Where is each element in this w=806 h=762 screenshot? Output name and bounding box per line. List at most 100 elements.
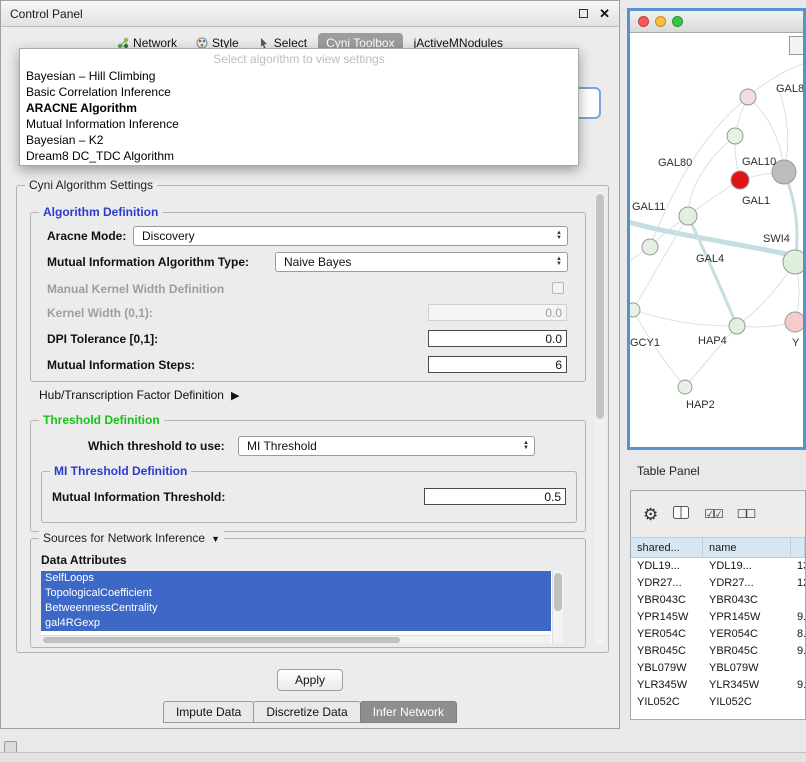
close-button[interactable]: [638, 16, 649, 27]
hub-definition-label: Hub/Transcription Factor Definition: [39, 388, 224, 402]
style-icon: [196, 37, 208, 49]
table-row[interactable]: YDL19...YDL19...13: [631, 558, 805, 575]
network-node[interactable]: [783, 250, 803, 274]
table-column-header[interactable]: shared...: [631, 538, 703, 557]
algorithm-option[interactable]: Mutual Information Inference: [20, 116, 578, 132]
dpi-tolerance-field[interactable]: [428, 330, 567, 347]
table-cell: [791, 660, 805, 677]
settings-group-title: Cyni Algorithm Settings: [25, 178, 157, 192]
cyni-algorithm-settings-group: Cyni Algorithm Settings Algorithm Defini…: [16, 185, 609, 653]
settings-gear-icon[interactable]: ⚙: [643, 506, 658, 523]
network-node-label: HAP2: [686, 399, 715, 411]
network-node[interactable]: [642, 239, 658, 255]
list-scrollbar-vertical[interactable]: [552, 571, 563, 643]
mi-threshold-field[interactable]: [424, 488, 566, 505]
network-node[interactable]: [678, 380, 692, 394]
network-node[interactable]: [785, 312, 803, 332]
table-cell: YDR27...: [703, 575, 791, 592]
table-row[interactable]: YBR045CYBR045C9.: [631, 643, 805, 660]
minimize-button[interactable]: [655, 16, 666, 27]
settings-scrollbar-thumb[interactable]: [596, 194, 604, 419]
data-attribute-item[interactable]: TopologicalCoefficient: [41, 586, 551, 601]
network-edge: [688, 216, 737, 326]
algorithm-option[interactable]: Bayesian – Hill Climbing: [20, 68, 578, 84]
list-scrollbar-thumb[interactable]: [554, 573, 562, 611]
network-node[interactable]: [729, 318, 745, 334]
table-cell: YPR145W: [703, 609, 791, 626]
list-scrollbar-horizontal[interactable]: [41, 635, 551, 643]
data-attributes-list[interactable]: SelfLoopsTopologicalCoefficientBetweenne…: [41, 571, 563, 643]
network-node[interactable]: [630, 303, 640, 317]
network-node-label: GCY1: [630, 337, 660, 349]
table-panel-window: ⚙ ☑☑ ☐☐ shared...name YDL19...YDL19...13YD…: [630, 490, 806, 720]
algorithm-option[interactable]: Bayesian – K2: [20, 132, 578, 148]
hub-definition-expander[interactable]: Hub/Transcription Factor Definition: [39, 388, 239, 402]
sources-group-title-wrap[interactable]: Sources for Network Inference: [39, 531, 224, 545]
table-row[interactable]: YPR145WYPR145W9.: [631, 609, 805, 626]
network-node[interactable]: [727, 128, 743, 144]
algorithm-option[interactable]: ARACNE Algorithm: [20, 100, 578, 116]
select-all-icon[interactable]: ☑☑: [704, 507, 722, 521]
table-cell: 9.: [791, 609, 805, 626]
mi-type-select[interactable]: Naive Bayes: [275, 252, 568, 272]
threshold-definition-title: Threshold Definition: [39, 413, 164, 427]
expand-arrow-icon[interactable]: [231, 388, 239, 402]
network-node-label: SWI4: [763, 233, 790, 245]
network-edge: [650, 97, 748, 247]
dpi-tolerance-label: DPI Tolerance [0,1]:: [47, 332, 158, 346]
table-cell: 12: [791, 575, 805, 592]
which-threshold-select[interactable]: MI Threshold: [238, 436, 535, 456]
algorithm-option[interactable]: Basic Correlation Inference: [20, 84, 578, 100]
network-node[interactable]: [679, 207, 697, 225]
table-row[interactable]: YLR345WYLR345W9.: [631, 677, 805, 694]
data-attribute-item[interactable]: SelfLoops: [41, 571, 551, 586]
table-column-header[interactable]: name: [703, 538, 791, 557]
table-row[interactable]: YIL052CYIL052C: [631, 694, 805, 711]
bottom-tab-infer-network[interactable]: Infer Network: [360, 701, 457, 723]
column-selector-icon[interactable]: [673, 506, 689, 522]
network-node-label: HAP4: [698, 335, 727, 347]
aracne-mode-select[interactable]: Discovery: [133, 226, 568, 246]
network-edge: [633, 310, 737, 326]
aracne-mode-label: Aracne Mode:: [47, 229, 126, 243]
table-cell: YER054C: [703, 626, 791, 643]
network-node[interactable]: [740, 89, 756, 105]
bottom-tab-impute-data[interactable]: Impute Data: [163, 701, 254, 723]
bottom-tab-bar: Impute DataDiscretize DataInfer Network: [1, 701, 619, 723]
list-hscrollbar-thumb[interactable]: [43, 637, 400, 643]
bottom-strip: [0, 752, 806, 762]
table-cell: YBL079W: [631, 660, 703, 677]
collapse-arrow-icon[interactable]: [211, 531, 220, 545]
table-column-header[interactable]: [791, 538, 805, 557]
kernel-width-field[interactable]: [428, 304, 567, 321]
table-row[interactable]: YDR27...YDR27...12: [631, 575, 805, 592]
table-row[interactable]: YER054CYER054C8.: [631, 626, 805, 643]
manual-kernel-checkbox[interactable]: [552, 282, 564, 294]
algorithm-dropdown-placeholder[interactable]: Select algorithm to view settings: [20, 51, 578, 68]
table-cell: YPR145W: [631, 609, 703, 626]
canvas-corner-control[interactable]: [789, 36, 803, 55]
network-node[interactable]: [731, 171, 749, 189]
mi-threshold-label: Mutual Information Threshold:: [52, 490, 225, 504]
mi-steps-field[interactable]: [428, 356, 567, 373]
zoom-button[interactable]: [672, 16, 683, 27]
which-threshold-value: MI Threshold: [247, 439, 317, 453]
network-node-label: GAL8: [776, 83, 803, 95]
bottom-tab-discretize-data[interactable]: Discretize Data: [253, 701, 360, 723]
table-row[interactable]: YBL079WYBL079W: [631, 660, 805, 677]
table-cell: 13: [791, 558, 805, 575]
algorithm-definition-title: Algorithm Definition: [39, 205, 162, 219]
table-row[interactable]: YBR043CYBR043C: [631, 592, 805, 609]
deselect-all-icon[interactable]: ☐☐: [737, 507, 755, 521]
settings-scrollbar[interactable]: [595, 192, 605, 644]
data-attribute-item[interactable]: BetweennessCentrality: [41, 601, 551, 616]
data-attributes-label: Data Attributes: [41, 553, 127, 567]
close-icon[interactable]: ✕: [599, 7, 610, 20]
algorithm-option[interactable]: Dream8 DC_TDC Algorithm: [20, 148, 578, 164]
table-cell: YLR345W: [631, 677, 703, 694]
table-cell: YBR043C: [703, 592, 791, 609]
network-canvas[interactable]: GAL8GAL80GAL10GAL11GAL1SWI4GAL4GCY1HAP4H…: [630, 33, 803, 447]
data-attribute-item[interactable]: gal4RGexp: [41, 616, 551, 631]
float-window-icon[interactable]: [579, 9, 588, 18]
apply-button[interactable]: Apply: [277, 669, 343, 691]
